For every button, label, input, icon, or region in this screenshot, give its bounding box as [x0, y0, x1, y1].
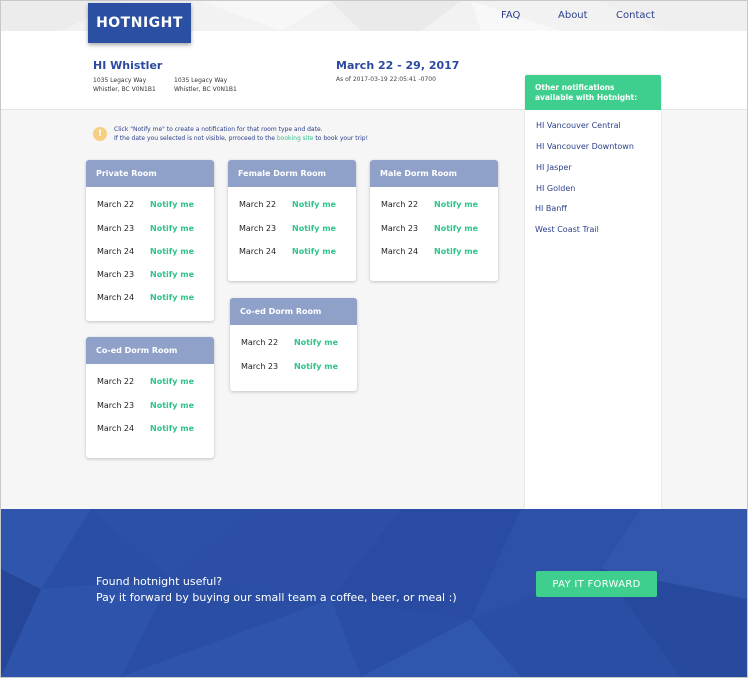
notify-me-link[interactable]: Notify me	[292, 247, 336, 256]
notify-me-link[interactable]: Notify me	[150, 377, 194, 386]
row-date: March 23	[241, 362, 279, 371]
address-1-line1: 1035 Legacy Way	[93, 77, 147, 84]
room-row: March 22 Notify me	[239, 200, 336, 209]
notify-me-link[interactable]: Notify me	[434, 200, 478, 209]
notify-me-link[interactable]: Notify me	[434, 247, 478, 256]
row-date: March 22	[239, 200, 277, 209]
room-card-coed-dorm-1: Co-ed Dorm Room March 22 Notify me March …	[86, 337, 214, 458]
room-row: March 24 Notify me	[97, 247, 194, 256]
room-row: March 24 Notify me	[381, 247, 478, 256]
room-card-title: Female Dorm Room	[228, 160, 356, 187]
sidebar-heading-line2: available with Hotnight:	[535, 93, 638, 102]
row-date: March 24	[97, 424, 135, 433]
room-card-female-dorm: Female Dorm Room March 22 Notify me March…	[228, 160, 356, 281]
info-line1: Click "Notify me" to create a notificati…	[114, 126, 323, 133]
row-date: March 23	[97, 224, 135, 233]
row-date: March 23	[239, 224, 277, 233]
row-date: March 22	[97, 377, 135, 386]
room-card-title: Private Room	[86, 160, 214, 187]
sidebar-heading-line1: Other notifications	[535, 83, 615, 92]
address-1: 1035 Legacy Way Whistler, BC V0N1B1	[93, 76, 156, 94]
row-date: March 23	[381, 224, 419, 233]
info-line2-post: to book your trip!	[313, 135, 368, 142]
room-row: March 24 Notify me	[239, 247, 336, 256]
notify-me-link[interactable]: Notify me	[150, 247, 194, 256]
room-row: March 23 Notify me	[241, 362, 338, 371]
notify-me-link[interactable]: Notify me	[150, 401, 194, 410]
room-card-title: Co-ed Dorm Room	[86, 337, 214, 364]
notify-me-link[interactable]: Notify me	[150, 200, 194, 209]
room-row: March 22 Notify me	[241, 338, 338, 347]
as-of-timestamp: As of 2017-03-19 22:05:41 -0700	[336, 76, 436, 83]
row-date: March 24	[381, 247, 419, 256]
room-row: March 23 Notify me	[381, 224, 478, 233]
notify-me-link[interactable]: Notify me	[294, 338, 338, 347]
room-row: March 22 Notify me	[381, 200, 478, 209]
room-row: March 23 Notify me	[97, 401, 194, 410]
nav-contact[interactable]: Contact	[616, 10, 655, 21]
sidebar-link-golden[interactable]: HI Golden	[536, 184, 575, 193]
logo[interactable]: HOTNIGHT	[88, 3, 191, 43]
sidebar-link-west-coast-trail[interactable]: West Coast Trail	[535, 225, 599, 234]
room-card-coed-dorm-2: Co-ed Dorm Room March 22 Notify me March …	[230, 298, 357, 391]
notify-me-link[interactable]: Notify me	[292, 224, 336, 233]
room-row: March 24 Notify me	[97, 424, 194, 433]
sidebar-link-vancouver-central[interactable]: HI Vancouver Central	[536, 121, 621, 130]
room-card-title: Co-ed Dorm Room	[230, 298, 357, 325]
row-date: March 24	[97, 247, 135, 256]
row-date: March 22	[97, 200, 135, 209]
hostel-name: HI Whistler	[93, 59, 163, 72]
notify-me-link[interactable]: Notify me	[294, 362, 338, 371]
room-row: March 23 Notify me	[239, 224, 336, 233]
info-text: Click "Notify me" to create a notificati…	[114, 125, 368, 143]
footer: Found hotnight useful? Pay it forward by…	[1, 509, 747, 677]
row-date: March 24	[239, 247, 277, 256]
nav-about[interactable]: About	[558, 10, 588, 21]
pay-it-forward-button[interactable]: PAY IT FORWARD	[536, 571, 657, 597]
room-row: March 24 Notify me	[97, 293, 194, 302]
notify-me-link[interactable]: Notify me	[150, 293, 194, 302]
booking-site-link[interactable]: booking site	[277, 135, 314, 142]
row-date: March 23	[97, 270, 135, 279]
notify-me-link[interactable]: Notify me	[292, 200, 336, 209]
sidebar-link-jasper[interactable]: HI Jasper	[536, 163, 572, 172]
info-icon: !	[93, 127, 107, 141]
address-2-line1: 1035 Legacy Way	[174, 77, 228, 84]
address-1-line2: Whistler, BC V0N1B1	[93, 86, 156, 93]
nav-faq[interactable]: FAQ	[501, 10, 520, 21]
sidebar-link-vancouver-downtown[interactable]: HI Vancouver Downtown	[536, 142, 634, 151]
info-line2-pre: If the date you selected is not visible,…	[114, 135, 277, 142]
address-2: 1035 Legacy Way Whistler, BC V0N1B1	[174, 76, 237, 94]
notify-me-link[interactable]: Notify me	[150, 270, 194, 279]
room-card-private: Private Room March 22 Notify me March 23 N…	[86, 160, 214, 321]
address-2-line2: Whistler, BC V0N1B1	[174, 86, 237, 93]
footer-message: Found hotnight useful? Pay it forward by…	[96, 574, 457, 606]
row-date: March 22	[241, 338, 279, 347]
sidebar-heading: Other notifications available with Hotni…	[525, 75, 661, 110]
notify-me-link[interactable]: Notify me	[150, 424, 194, 433]
row-date: March 24	[97, 293, 135, 302]
row-date: March 23	[97, 401, 135, 410]
room-row: March 22 Notify me	[97, 377, 194, 386]
sidebar-link-banff[interactable]: HI Banff	[535, 204, 567, 213]
date-range: March 22 - 29, 2017	[336, 59, 460, 72]
room-card-title: Male Dorm Room	[370, 160, 498, 187]
info-notice: ! Click "Notify me" to create a notifica…	[93, 125, 368, 143]
room-row: March 23 Notify me	[97, 224, 194, 233]
room-card-male-dorm: Male Dorm Room March 22 Notify me March 2…	[370, 160, 498, 281]
room-row: March 23 Notify me	[97, 270, 194, 279]
row-date: March 22	[381, 200, 419, 209]
notify-me-link[interactable]: Notify me	[434, 224, 478, 233]
notify-me-link[interactable]: Notify me	[150, 224, 194, 233]
room-row: March 22 Notify me	[97, 200, 194, 209]
footer-line2: Pay it forward by buying our small team …	[96, 591, 457, 604]
sidebar: Other notifications available with Hotni…	[525, 75, 661, 509]
footer-line1: Found hotnight useful?	[96, 575, 223, 588]
info-line2: If the date you selected is not visible,…	[114, 134, 368, 143]
